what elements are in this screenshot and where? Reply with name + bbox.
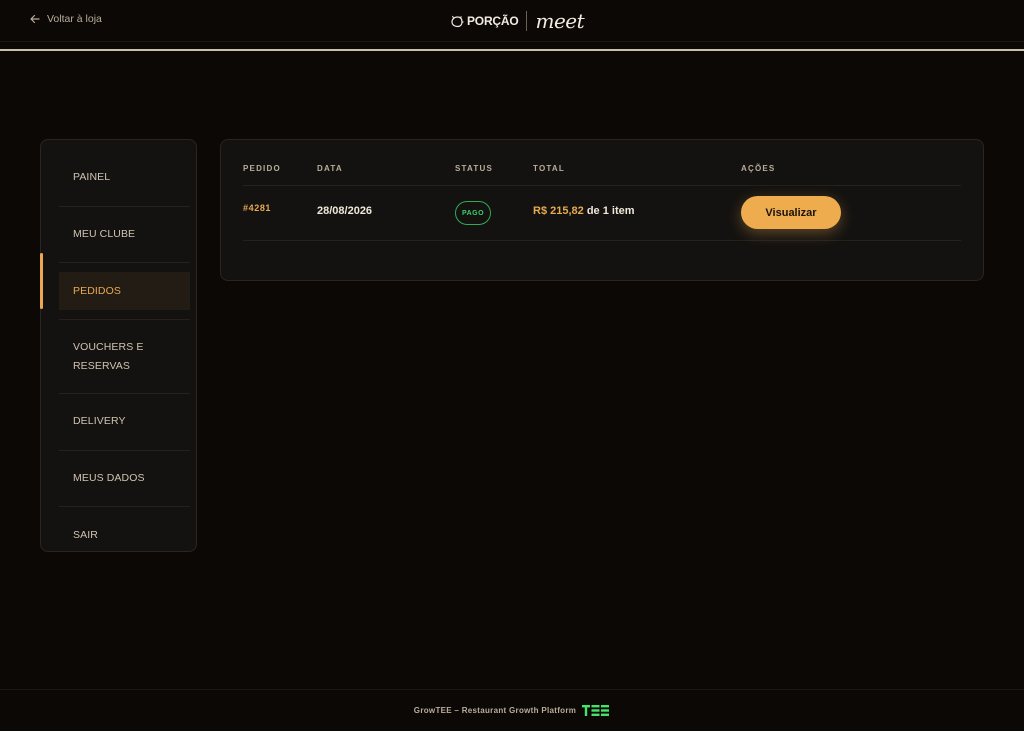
sidebar-item-sair[interactable]: SAIR	[59, 507, 190, 564]
footer: GrowTEE – Restaurant Growth Platform	[0, 689, 1024, 731]
account-sidebar: PAINEL MEU CLUBE PEDIDOS VOUCHERS E RESE…	[40, 139, 197, 552]
orders-panel: PEDIDO DATA STATUS TOTAL AÇÕES #4281 28/…	[220, 139, 984, 281]
sidebar-item-label: MEUS DADOS	[73, 471, 145, 484]
logo-brand-text: PORÇÃO	[467, 14, 519, 28]
order-total-suffix: de 1 item	[586, 205, 635, 217]
sidebar-item-meu-clube[interactable]: MEU CLUBE	[59, 207, 190, 263]
sidebar-item-meus-dados[interactable]: MEUS DADOS	[59, 451, 190, 507]
top-bar: Voltar à loja PORÇÃO meet	[0, 0, 1024, 42]
orders-table-header: PEDIDO DATA STATUS TOTAL AÇÕES	[243, 140, 961, 186]
sidebar-item-pedidos[interactable]: PEDIDOS	[59, 272, 190, 310]
column-header-acoes: AÇÕES	[741, 164, 776, 173]
sidebar-item-label: SAIR	[73, 528, 98, 541]
sidebar-item-vouchers-reservas[interactable]: VOUCHERS E RESERVAS	[59, 319, 190, 394]
table-row: #4281 28/08/2026 PAGO R$ 215,82 de 1 ite…	[243, 186, 961, 241]
back-link-label: Voltar à loja	[47, 13, 102, 25]
back-to-store-link[interactable]: Voltar à loja	[30, 13, 102, 25]
order-total-amount: R$ 215,82	[533, 205, 584, 217]
column-header-status: STATUS	[455, 164, 494, 173]
growtee-logo-icon[interactable]	[582, 705, 610, 716]
column-header-total: TOTAL	[533, 164, 565, 173]
active-indicator	[40, 253, 43, 309]
footer-text: GrowTEE – Restaurant Growth Platform	[413, 706, 577, 715]
order-id[interactable]: #4281	[243, 203, 271, 213]
sidebar-item-label: VOUCHERS E RESERVAS	[73, 340, 144, 372]
logo-meet-text: meet	[535, 9, 585, 33]
header-rule	[0, 49, 1024, 51]
arrow-left-icon	[30, 14, 40, 24]
sidebar-item-label: MEU CLUBE	[73, 227, 136, 240]
status-badge: PAGO	[455, 201, 491, 225]
sidebar-item-painel[interactable]: PAINEL	[59, 150, 190, 207]
porcao-logo: PORÇÃO	[450, 14, 519, 28]
sidebar-item-label: DELIVERY	[73, 415, 126, 428]
column-header-data: DATA	[317, 164, 343, 173]
sidebar-item-label: PEDIDOS	[73, 284, 121, 297]
order-total: R$ 215,82 de 1 item	[533, 205, 635, 217]
order-date: 28/08/2026	[317, 205, 373, 217]
logo-divider	[526, 11, 528, 31]
brand-logo[interactable]: PORÇÃO meet	[450, 9, 585, 33]
sidebar-item-label: PAINEL	[73, 171, 111, 184]
view-order-button[interactable]: Visualizar	[741, 196, 841, 229]
sidebar-item-delivery[interactable]: DELIVERY	[59, 394, 190, 451]
pig-icon	[451, 15, 464, 27]
column-header-pedido: PEDIDO	[243, 164, 281, 173]
